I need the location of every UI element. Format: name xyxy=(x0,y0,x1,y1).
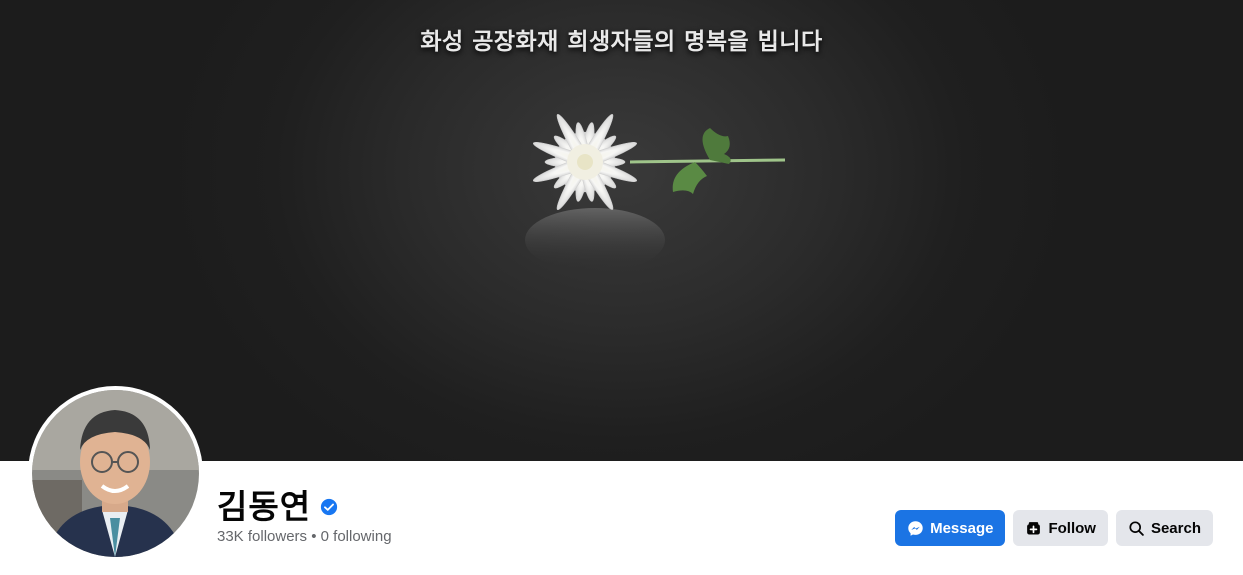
follow-stats: 33K followers • 0 following xyxy=(217,528,392,545)
chrysanthemum-image xyxy=(525,113,786,272)
profile-picture-frame[interactable] xyxy=(28,386,203,561)
profile-name: 김동연 xyxy=(217,487,312,526)
search-button-label: Search xyxy=(1150,519,1201,537)
follow-button-label: Follow xyxy=(1048,519,1096,537)
profile-picture[interactable] xyxy=(32,390,199,557)
profile-name-row: 김동연 xyxy=(217,480,338,528)
messenger-icon xyxy=(908,520,923,536)
cover-photo[interactable]: 화성 공장화재 희생자들의 명복을 빕니다 xyxy=(0,0,1243,461)
following-count-link[interactable]: 0 following xyxy=(321,528,392,545)
message-button-label: Message xyxy=(930,519,994,537)
follow-button[interactable]: Follow xyxy=(1013,510,1108,546)
profile-actions: Message Follow Search xyxy=(895,510,1213,546)
follow-icon xyxy=(1027,521,1041,534)
cover-caption: 화성 공장화재 희생자들의 명복을 빕니다 xyxy=(420,29,823,55)
search-button[interactable]: Search xyxy=(1115,510,1213,546)
stats-separator: • xyxy=(311,528,317,545)
search-icon xyxy=(1129,520,1144,536)
message-button[interactable]: Message xyxy=(895,510,1006,546)
followers-count-link[interactable]: 33K followers xyxy=(217,528,307,545)
verified-badge-icon[interactable] xyxy=(320,498,338,516)
